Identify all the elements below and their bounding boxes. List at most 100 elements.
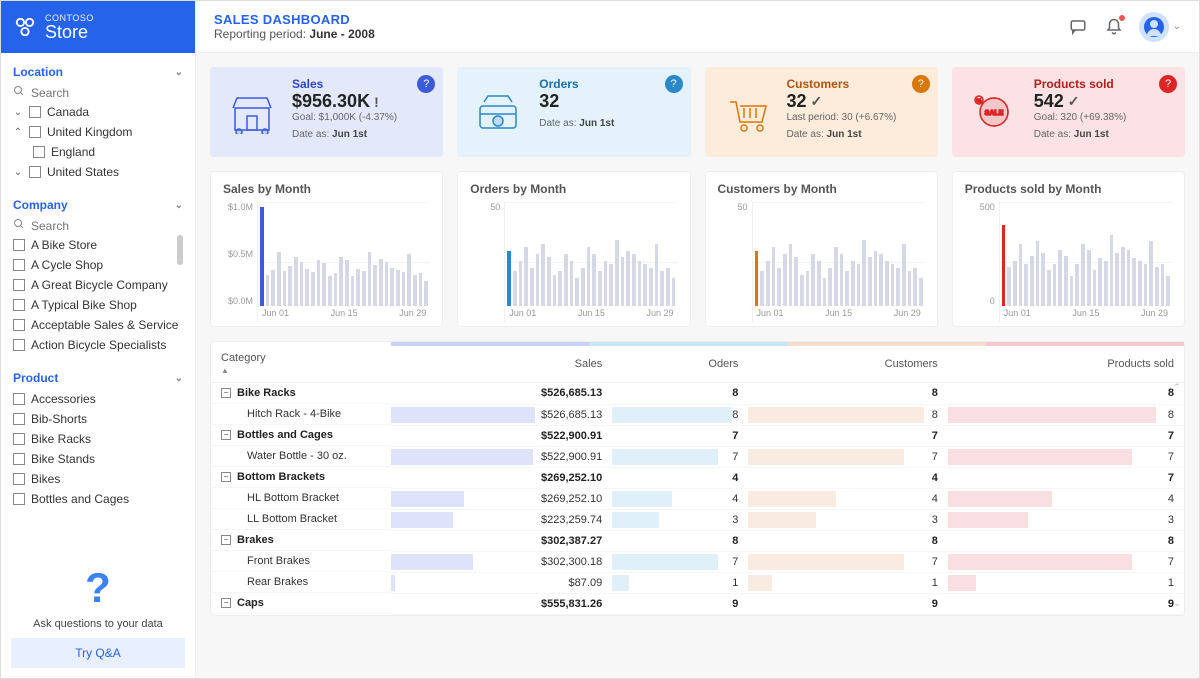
collapse-icon[interactable]: − <box>221 535 231 545</box>
chart-bar[interactable] <box>519 261 523 306</box>
chart-bar[interactable] <box>1019 244 1023 306</box>
kpi-customers-card[interactable]: Customers 32✓ Last period: 30 (+6.67%) D… <box>705 67 938 157</box>
chart-bar[interactable] <box>1127 250 1131 306</box>
product-filter-header[interactable]: Product ⌄ <box>13 367 183 389</box>
checkbox[interactable] <box>13 493 25 505</box>
chart-bar[interactable] <box>407 254 411 306</box>
checkbox[interactable] <box>13 453 25 465</box>
chart-bar[interactable] <box>260 207 264 306</box>
chart-bar[interactable] <box>266 275 270 306</box>
chart-bar[interactable] <box>896 268 900 306</box>
chart-bar[interactable] <box>777 268 781 306</box>
checkbox[interactable] <box>13 279 25 291</box>
product-item[interactable]: Bike Stands <box>13 449 183 469</box>
chart-bar[interactable] <box>1110 235 1114 306</box>
location-item-canada[interactable]: ⌄Canada <box>13 102 183 122</box>
product-item[interactable]: Bike Racks <box>13 429 183 449</box>
chart-bar[interactable] <box>643 264 647 306</box>
chart-orders[interactable]: Orders by Month 50 Jun 01Jun 15Jun 29 <box>457 171 690 327</box>
chart-bar[interactable] <box>345 260 349 306</box>
checkbox[interactable] <box>13 339 25 351</box>
info-icon[interactable]: ? <box>912 75 930 93</box>
chart-customers[interactable]: Customers by Month 50 Jun 01Jun 15Jun 29 <box>705 171 938 327</box>
col-products-sold[interactable]: Products sold <box>948 346 1184 383</box>
chart-bar[interactable] <box>811 254 815 306</box>
chart-bar[interactable] <box>547 257 551 306</box>
checkbox[interactable] <box>13 259 25 271</box>
chart-bar[interactable] <box>419 273 423 306</box>
chart-bar[interactable] <box>1149 241 1153 306</box>
checkbox[interactable] <box>13 393 25 405</box>
chart-bar[interactable] <box>760 271 764 306</box>
company-item[interactable]: A Cycle Shop <box>13 255 183 275</box>
chart-bar[interactable] <box>862 240 866 306</box>
chart-bar[interactable] <box>1115 253 1119 306</box>
location-search[interactable] <box>13 83 183 102</box>
table-row[interactable]: −Brakes $302,387.27 8 8 8 <box>211 530 1184 551</box>
chart-bar[interactable] <box>368 252 372 306</box>
chart-bar[interactable] <box>362 271 366 306</box>
location-search-input[interactable] <box>31 86 186 100</box>
chart-bar[interactable] <box>1041 253 1045 306</box>
chart-bar[interactable] <box>558 271 562 306</box>
col-sales[interactable]: Sales <box>391 346 612 383</box>
product-item[interactable]: Bikes <box>13 469 183 489</box>
chart-bar[interactable] <box>806 271 810 306</box>
company-item[interactable]: A Great Bicycle Company <box>13 275 183 295</box>
table-row[interactable]: Water Bottle - 30 oz. $522,900.91 7 7 7 <box>211 446 1184 467</box>
chart-bar[interactable] <box>390 268 394 306</box>
chart-products[interactable]: Products sold by Month 5000 Jun 01Jun 15… <box>952 171 1185 327</box>
chart-bar[interactable] <box>507 251 511 306</box>
kpi-products-card[interactable]: SALE% Products sold 542✓ Goal: 320 (+69.… <box>952 67 1185 157</box>
chart-bar[interactable] <box>1081 244 1085 306</box>
company-filter-header[interactable]: Company ⌄ <box>13 194 183 216</box>
location-item-us[interactable]: ⌄United States <box>13 162 183 182</box>
scroll-up-icon[interactable]: ⌃ <box>1173 382 1181 393</box>
chart-bar[interactable] <box>339 257 343 306</box>
chart-bar[interactable] <box>317 260 321 306</box>
chart-bar[interactable] <box>766 261 770 306</box>
chart-bar[interactable] <box>879 254 883 306</box>
chart-bar[interactable] <box>1007 267 1011 306</box>
chart-bar[interactable] <box>1075 264 1079 306</box>
chart-bar[interactable] <box>1104 261 1108 306</box>
chart-bar[interactable] <box>621 257 625 306</box>
chart-bar[interactable] <box>396 270 400 306</box>
scrollbar-thumb[interactable] <box>177 235 183 265</box>
chart-bar[interactable] <box>536 254 540 306</box>
location-item-uk[interactable]: ⌃United Kingdom <box>13 122 183 142</box>
table-row[interactable]: LL Bottom Bracket $223,259.74 3 3 3 <box>211 509 1184 530</box>
chart-bar[interactable] <box>638 261 642 306</box>
chart-bar[interactable] <box>891 264 895 306</box>
chart-bar[interactable] <box>1030 256 1034 307</box>
table-row[interactable]: Front Brakes $302,300.18 7 7 7 <box>211 551 1184 572</box>
chart-bar[interactable] <box>271 270 275 306</box>
chart-bar[interactable] <box>908 271 912 306</box>
chart-bar[interactable] <box>1024 264 1028 306</box>
chart-bar[interactable] <box>570 261 574 306</box>
location-item-england[interactable]: England <box>13 142 183 162</box>
chart-bar[interactable] <box>564 254 568 306</box>
chart-bar[interactable] <box>385 262 389 306</box>
chart-bar[interactable] <box>615 240 619 306</box>
col-category[interactable]: Category▲ <box>211 346 391 383</box>
chart-bar[interactable] <box>581 268 585 306</box>
chart-bar[interactable] <box>413 275 417 306</box>
chart-bar[interactable] <box>772 247 776 306</box>
collapse-icon[interactable]: − <box>221 388 231 398</box>
checkbox[interactable] <box>33 146 45 158</box>
company-list[interactable]: A Bike Store A Cycle Shop A Great Bicycl… <box>13 235 183 355</box>
info-icon[interactable]: ? <box>665 75 683 93</box>
chart-bar[interactable] <box>1070 276 1074 306</box>
chart-bar[interactable] <box>649 268 653 306</box>
checkbox[interactable] <box>13 299 25 311</box>
chart-bar[interactable] <box>1002 225 1006 306</box>
chart-bar[interactable] <box>840 254 844 306</box>
chart-bar[interactable] <box>868 257 872 306</box>
chart-bar[interactable] <box>789 244 793 306</box>
collapse-icon[interactable]: − <box>221 430 231 440</box>
chart-bar[interactable] <box>913 268 917 306</box>
chart-bar[interactable] <box>1093 270 1097 306</box>
chart-bar[interactable] <box>1121 247 1125 306</box>
table-row[interactable]: −Bottles and Cages $522,900.91 7 7 7 <box>211 425 1184 446</box>
